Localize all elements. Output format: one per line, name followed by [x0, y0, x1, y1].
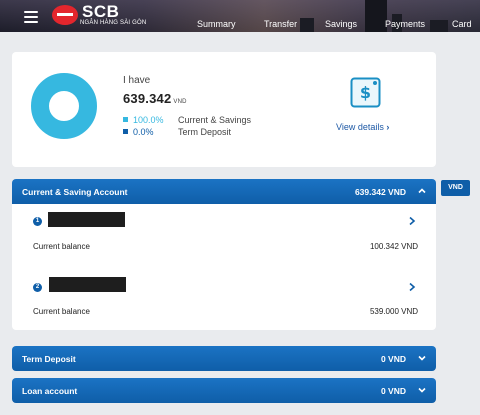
menu-icon[interactable] [24, 11, 38, 23]
total-balance-unit: VND [173, 99, 187, 105]
summary-intro: I have [123, 75, 151, 86]
legend-label: Current & Savings [178, 115, 252, 125]
nav-summary[interactable]: Summary [197, 19, 236, 29]
asset-summary-card: I have 639.342 VND 100.0% Current & Saving… [12, 52, 436, 167]
current-balance-label: Current balance [33, 307, 90, 316]
current-balance-value: 100.342 VND [369, 242, 418, 251]
legend-swatch [123, 129, 128, 134]
current-saving-total: 639.342 VND [354, 187, 406, 197]
legend-current-savings: 100.0% Current & Savings [123, 115, 251, 125]
view-details-label: View details [336, 122, 384, 132]
masked-account-number [48, 212, 125, 227]
legend-swatch [123, 117, 128, 122]
term-deposit-title: Term Deposit [22, 354, 76, 364]
logo-mark [52, 5, 78, 25]
chevron-down-icon [418, 355, 426, 361]
account-item[interactable]: 1 Current balance 100.342 VND [12, 210, 436, 268]
nav-transfer[interactable]: Transfer [264, 19, 297, 29]
nav-payments[interactable]: Payments [385, 19, 425, 29]
masked-account-number [49, 277, 126, 292]
legend-label: Term Deposit [178, 127, 232, 137]
legend-percent: 100.0% [133, 115, 164, 125]
term-deposit-total: 0 VND [380, 354, 406, 364]
skyline-building [300, 18, 314, 32]
account-list: 1 Current balance 100.342 VND 2 Current … [12, 204, 436, 330]
chevron-up-icon [418, 188, 426, 194]
current-balance-value: 539.000 VND [369, 307, 418, 316]
account-index-badge: 1 [33, 217, 42, 226]
asset-donut-chart [31, 73, 97, 139]
logo-text: SCB [82, 2, 120, 21]
skyline-building [430, 20, 448, 32]
current-saving-title: Current & Saving Account [22, 187, 128, 197]
top-header: SCB NGÂN HÀNG SÀI GÒN Summary Transfer S… [0, 0, 480, 32]
term-deposit-header[interactable]: Term Deposit 0 VND [12, 346, 436, 371]
account-index-badge: 2 [33, 283, 42, 292]
view-details-link[interactable]: View details › [336, 122, 389, 132]
dollar-document-icon: $ [350, 77, 381, 108]
loan-account-total: 0 VND [380, 386, 406, 396]
nav-savings[interactable]: Savings [325, 19, 357, 29]
skyline-building [365, 0, 387, 32]
chevron-right-icon [409, 282, 416, 292]
chevron-down-icon [418, 387, 426, 393]
logo-subtitle: NGÂN HÀNG SÀI GÒN [80, 20, 147, 26]
current-balance-label: Current balance [33, 242, 90, 251]
current-saving-header[interactable]: Current & Saving Account 639.342 VND [12, 179, 436, 204]
currency-selector-button[interactable]: VND [441, 180, 470, 196]
chevron-right-icon [409, 216, 416, 226]
account-item[interactable]: 2 Current balance 539.000 VND [12, 276, 436, 334]
legend-percent: 0.0% [133, 127, 154, 137]
loan-account-title: Loan account [22, 386, 78, 396]
nav-card[interactable]: Card [452, 19, 472, 29]
total-balance-value: 639.342 [123, 91, 172, 106]
chevron-right-icon: › [386, 122, 390, 132]
scb-logo[interactable]: SCB NGÂN HÀNG SÀI GÒN [52, 2, 146, 29]
total-balance: 639.342 VND [123, 91, 187, 106]
legend-term-deposit: 0.0% Term Deposit [123, 127, 231, 137]
loan-account-header[interactable]: Loan account 0 VND [12, 378, 436, 403]
svg-text:$: $ [360, 83, 371, 102]
